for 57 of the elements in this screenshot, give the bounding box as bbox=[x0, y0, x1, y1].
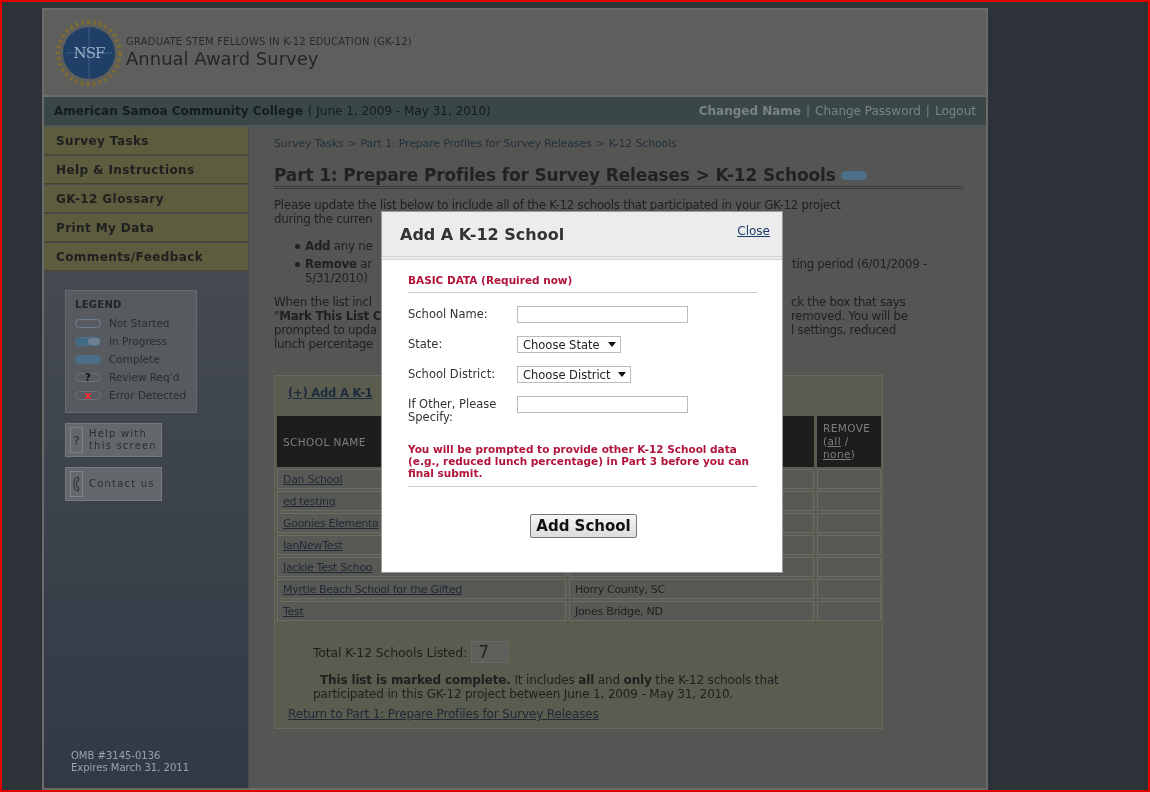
field-label: School Name: bbox=[408, 306, 489, 321]
input-field[interactable] bbox=[517, 306, 688, 323]
separator-text: > bbox=[347, 136, 357, 150]
sidebar-item[interactable]: Print My Data bbox=[44, 214, 248, 242]
account-link[interactable]: Changed Name bbox=[698, 104, 801, 118]
separator-text: > bbox=[595, 136, 605, 150]
sidebar-item[interactable]: GK-12 Glossary bbox=[44, 185, 248, 213]
district-text: Jones Bridge, ND bbox=[575, 604, 663, 618]
remove-header-text: REMOVE bbox=[823, 422, 871, 435]
select-all-link[interactable]: all bbox=[827, 435, 841, 447]
separator-text: ) bbox=[850, 448, 856, 460]
sidebar-item[interactable]: Help & Instructions bbox=[44, 156, 248, 184]
section-heading: BASIC DATA (Required now) bbox=[408, 274, 757, 293]
status-pill-icon: x bbox=[75, 390, 101, 400]
status-pill-icon bbox=[75, 336, 101, 346]
input-field[interactable] bbox=[517, 396, 688, 413]
help-icon: ? bbox=[70, 427, 83, 453]
bullet-icon bbox=[295, 244, 300, 249]
field-label: School District: bbox=[408, 366, 496, 381]
school-link[interactable]: Goonies Elementa bbox=[283, 516, 379, 530]
omb-note: OMB #3145-0136 Expires March 31, 2011 bbox=[71, 750, 190, 774]
separator-text: / bbox=[844, 435, 849, 447]
school-link[interactable]: Test bbox=[283, 604, 304, 618]
school-link[interactable]: Dan School bbox=[283, 472, 343, 486]
return-link[interactable]: Return to Part 1: Prepare Profiles for Survey Releases bbox=[288, 707, 880, 721]
separator-text: | bbox=[806, 104, 811, 118]
sidebar-item[interactable]: Comments/Feedback bbox=[44, 243, 248, 271]
completion-statement: This list is marked complete. It includes all and only the K-12 schools that participated in this GK-12 project between June 1, 2009 - May 31, 2010. bbox=[313, 673, 780, 701]
school-link[interactable]: Jackie Test Schoo bbox=[283, 560, 373, 574]
total-value: 7 bbox=[471, 641, 510, 663]
separator-text: | bbox=[925, 104, 930, 118]
dropdown[interactable]: Choose State bbox=[517, 336, 621, 353]
status-pill-icon bbox=[75, 318, 101, 328]
district-text: Horry County, SC bbox=[575, 582, 665, 596]
legend-title: LEGEND bbox=[75, 299, 123, 310]
school-link[interactable]: IanNewTest bbox=[283, 538, 343, 552]
field-label: State: bbox=[408, 336, 444, 351]
phone-icon bbox=[70, 471, 83, 497]
dropdown[interactable]: Choose District bbox=[517, 366, 632, 383]
caret-icon bbox=[607, 342, 616, 347]
status-pill-icon bbox=[75, 354, 101, 364]
status-pill-icon: ? bbox=[75, 372, 101, 382]
account-link[interactable]: Change Password bbox=[815, 104, 921, 118]
sidebar-item[interactable]: Survey Tasks bbox=[44, 127, 248, 155]
dialog-title: Add A K-12 School bbox=[400, 224, 565, 244]
account-link[interactable]: Logout bbox=[934, 104, 976, 118]
caret-icon bbox=[618, 372, 627, 377]
nsf-logo: NSF bbox=[56, 19, 122, 86]
select-none-link[interactable]: none bbox=[823, 448, 851, 460]
notice-text: You will be prompted to provide other K-12 School data (e.g., reduced lunch percentage) in Part 3 before you can final submit. bbox=[408, 443, 757, 487]
close-link[interactable]: Close bbox=[737, 224, 770, 238]
status-pill-icon bbox=[840, 170, 867, 180]
header-title: Annual Award Survey bbox=[126, 48, 320, 69]
total-label: Total K-12 Schools Listed: bbox=[313, 644, 468, 660]
separator-text: ( bbox=[823, 435, 828, 447]
bullet-icon bbox=[295, 262, 300, 267]
add-school-button[interactable]: Add School bbox=[530, 514, 637, 538]
